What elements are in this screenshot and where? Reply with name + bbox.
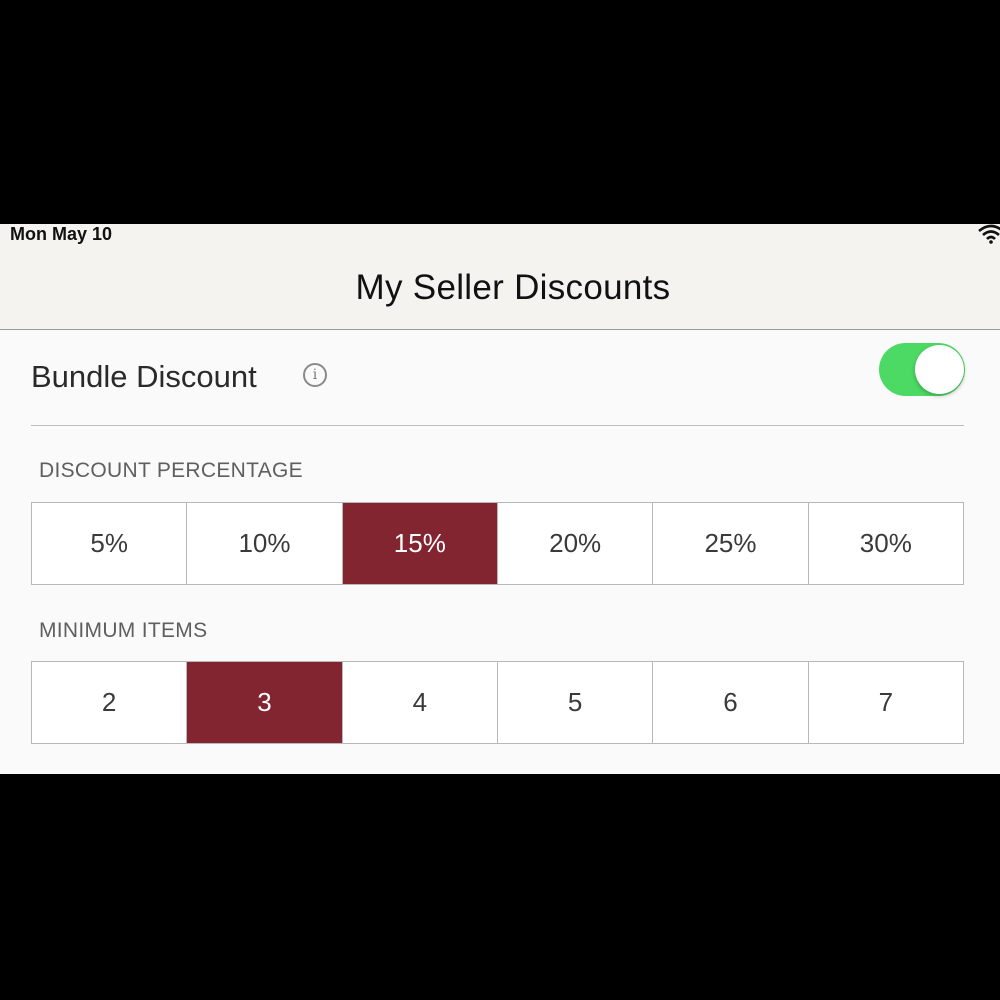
minimum-items-selector: 234567 [31, 661, 964, 744]
discount-option[interactable]: 10% [186, 503, 341, 584]
app-screen: Mon May 10 cel My Seller Discounts Bundl… [0, 224, 1000, 774]
wifi-icon [978, 224, 1000, 244]
info-icon[interactable]: i [303, 363, 327, 387]
minimum-option[interactable]: 3 [186, 662, 342, 743]
minimum-items-label: MINIMUM ITEMS [39, 619, 208, 642]
discount-option[interactable]: 5% [32, 503, 186, 584]
toggle-knob [915, 345, 964, 394]
info-glyph: i [312, 367, 318, 383]
minimum-option[interactable]: 6 [652, 662, 807, 743]
status-date: Mon May 10 [10, 224, 113, 244]
minimum-option[interactable]: 2 [32, 662, 186, 743]
bundle-discount-label: Bundle Discount [31, 359, 257, 394]
minimum-option[interactable]: 5 [496, 662, 652, 743]
discount-option[interactable]: 30% [807, 503, 963, 584]
minimum-option[interactable]: 4 [341, 662, 497, 743]
discount-option[interactable]: 15% [341, 503, 497, 584]
minimum-option[interactable]: 7 [807, 662, 963, 743]
discount-option[interactable]: 20% [496, 503, 652, 584]
discount-percentage-selector: 5% 10% 15% 20% 25% 30% [31, 502, 964, 585]
bundle-discount-toggle[interactable] [879, 343, 965, 396]
discount-option[interactable]: 25% [652, 503, 807, 584]
navigation-bar: cel My Seller Discounts [0, 248, 1000, 330]
page-title: My Seller Discounts [355, 268, 671, 307]
discount-percentage-label: DISCOUNT PERCENTAGE [39, 459, 303, 482]
status-bar: Mon May 10 [0, 224, 1000, 248]
bundle-discount-row: Bundle Discount i [31, 330, 965, 426]
